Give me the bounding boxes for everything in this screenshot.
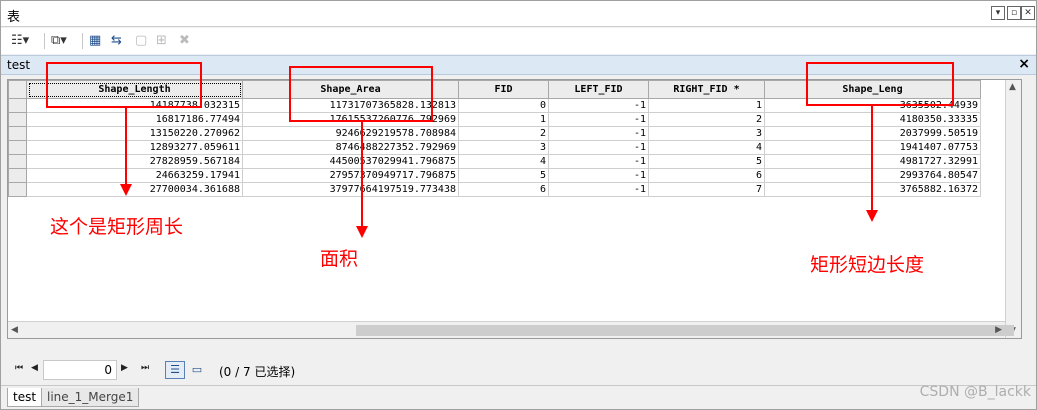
table-cell[interactable]: 6 bbox=[648, 168, 765, 183]
current-record-field[interactable]: 0 bbox=[43, 360, 117, 380]
table-cell[interactable]: 24663259.17941 bbox=[26, 168, 243, 183]
table-row[interactable]: 12893277.059611 8746488227352.792969 3 -… bbox=[8, 140, 981, 155]
close-table-icon[interactable]: × bbox=[1018, 56, 1030, 72]
table-toolbar: ☷▾ ⧉▾ ▦ ⇆ ▢ ⊞ ✖ bbox=[1, 28, 1036, 54]
table-cell[interactable]: 6 bbox=[458, 182, 549, 197]
toolbar-divider bbox=[44, 33, 45, 49]
scrollbar-thumb[interactable] bbox=[356, 325, 1014, 336]
row-selector[interactable] bbox=[8, 140, 27, 155]
highlight-shape-length bbox=[46, 62, 202, 108]
dropdown-icon[interactable]: ▾ bbox=[991, 6, 1005, 20]
table-cell[interactable]: 0 bbox=[458, 98, 549, 113]
table-cell[interactable]: 16817186.77494 bbox=[26, 112, 243, 127]
column-header[interactable]: LEFT_FID bbox=[548, 80, 649, 99]
table-cell[interactable]: -1 bbox=[548, 140, 649, 155]
table-cell[interactable]: 27828959.567184 bbox=[26, 154, 243, 169]
table-cell[interactable]: -1 bbox=[548, 98, 649, 113]
row-selector[interactable] bbox=[8, 182, 27, 197]
arrow-line bbox=[125, 108, 127, 186]
scroll-up-icon[interactable]: ▲ bbox=[1009, 82, 1016, 92]
arrow-head-icon bbox=[356, 226, 368, 238]
annotation-perimeter: 这个是矩形周长 bbox=[50, 216, 184, 238]
table-cell[interactable]: 5 bbox=[648, 154, 765, 169]
table-cell[interactable]: -1 bbox=[548, 112, 649, 127]
record-navigation: ⏮ ◀ 0 ▶ ⏭ ☰ ▭ (0 / 7 已选择) bbox=[7, 357, 1030, 383]
restore-icon[interactable]: ▫ bbox=[1007, 6, 1021, 20]
table-cell[interactable]: 37977664197519.773438 bbox=[242, 182, 459, 197]
related-tables-icon[interactable]: ⧉▾ bbox=[51, 32, 67, 50]
toolbar-divider bbox=[82, 33, 83, 49]
switch-selection-icon[interactable]: ⇆ bbox=[111, 32, 122, 50]
show-all-records-icon[interactable]: ☰ bbox=[165, 361, 185, 379]
row-selector[interactable] bbox=[8, 98, 27, 113]
scroll-right-icon[interactable]: ▶ bbox=[995, 325, 1002, 335]
table-cell[interactable]: 44500537029941.796875 bbox=[242, 154, 459, 169]
annotation-area: 面积 bbox=[320, 248, 359, 270]
table-row[interactable]: 13150220.270962 9246629219578.708984 2 -… bbox=[8, 126, 981, 141]
column-header[interactable]: FID bbox=[458, 80, 549, 99]
tab-test[interactable]: test bbox=[7, 388, 43, 407]
show-selected-records-icon[interactable]: ▭ bbox=[187, 361, 207, 379]
row-selector[interactable] bbox=[8, 168, 27, 183]
table-row[interactable]: 27700034.361688 37977664197519.773438 6 … bbox=[8, 182, 981, 197]
row-selector[interactable] bbox=[8, 154, 27, 169]
table-cell[interactable]: 3 bbox=[648, 126, 765, 141]
table-row[interactable]: 24663259.17941 27957370949717.796875 5 -… bbox=[8, 168, 981, 183]
highlight-shape-leng bbox=[806, 62, 954, 106]
select-by-attributes-icon[interactable]: ▦ bbox=[89, 32, 101, 50]
highlight-shape-area bbox=[289, 66, 433, 122]
window-title: 表 bbox=[7, 10, 21, 25]
table-row[interactable]: 16817186.77494 17615537260776.792969 1 -… bbox=[8, 112, 981, 127]
zoom-to-selected-icon[interactable]: ⊞ bbox=[156, 32, 167, 50]
table-cell[interactable]: -1 bbox=[548, 168, 649, 183]
close-icon[interactable]: ✕ bbox=[1021, 6, 1035, 20]
column-header[interactable]: RIGHT_FID * bbox=[648, 80, 765, 99]
table-cell[interactable]: 2 bbox=[458, 126, 549, 141]
arrow-line bbox=[871, 106, 873, 212]
arrow-head-icon bbox=[866, 210, 878, 222]
horizontal-scrollbar[interactable]: ◀ ▶ bbox=[8, 321, 1014, 338]
arrow-head-icon bbox=[120, 184, 132, 196]
table-cell[interactable]: 12893277.059611 bbox=[26, 140, 243, 155]
annotation-short-side: 矩形短边长度 bbox=[810, 254, 925, 276]
table-cell[interactable]: 1 bbox=[458, 112, 549, 127]
table-cell[interactable]: 1 bbox=[648, 98, 765, 113]
arrow-line bbox=[361, 122, 363, 228]
row-selector[interactable] bbox=[8, 112, 27, 127]
clear-selection-icon[interactable]: ▢ bbox=[135, 32, 147, 50]
row-header-corner[interactable] bbox=[8, 80, 27, 99]
delete-selected-icon[interactable]: ✖ bbox=[179, 32, 190, 50]
first-record-icon[interactable]: ⏮ bbox=[15, 363, 23, 373]
table-cell[interactable]: -1 bbox=[548, 126, 649, 141]
tab-line-1-merge1[interactable]: line_1_Merge1 bbox=[41, 388, 140, 407]
table-cell[interactable]: 4 bbox=[648, 140, 765, 155]
table-cell[interactable]: 13150220.270962 bbox=[26, 126, 243, 141]
table-cell[interactable]: 3 bbox=[458, 140, 549, 155]
table-cell[interactable]: 4 bbox=[458, 154, 549, 169]
table-cell[interactable]: 8746488227352.792969 bbox=[242, 140, 459, 155]
last-record-icon[interactable]: ⏭ bbox=[141, 363, 149, 373]
table-tabs: test line_1_Merge1 bbox=[1, 385, 1036, 409]
table-cell[interactable]: 27700034.361688 bbox=[26, 182, 243, 197]
table-cell[interactable]: -1 bbox=[548, 154, 649, 169]
table-name: test bbox=[7, 58, 31, 72]
table-cell[interactable]: 27957370949717.796875 bbox=[242, 168, 459, 183]
scroll-left-icon[interactable]: ◀ bbox=[11, 325, 18, 335]
attribute-grid: Shape_Length Shape_Area FID LEFT_FID RIG… bbox=[7, 79, 1022, 339]
table-cell[interactable]: 2 bbox=[648, 112, 765, 127]
previous-record-icon[interactable]: ◀ bbox=[31, 363, 38, 373]
selection-count: (0 / 7 已选择) bbox=[219, 365, 296, 379]
table-cell[interactable]: 9246629219578.708984 bbox=[242, 126, 459, 141]
next-record-icon[interactable]: ▶ bbox=[121, 363, 128, 373]
table-cell[interactable]: 5 bbox=[458, 168, 549, 183]
row-selector[interactable] bbox=[8, 126, 27, 141]
vertical-scrollbar[interactable]: ▲ ▼ bbox=[1005, 80, 1021, 338]
title-bar: 表 ▾ ▫ ✕ bbox=[1, 1, 1036, 27]
table-row[interactable]: 27828959.567184 44500537029941.796875 4 … bbox=[8, 154, 981, 169]
table-cell[interactable]: -1 bbox=[548, 182, 649, 197]
watermark: CSDN @B_lackk bbox=[919, 384, 1031, 400]
table-options-icon[interactable]: ☷▾ bbox=[11, 32, 29, 50]
table-cell[interactable]: 7 bbox=[648, 182, 765, 197]
